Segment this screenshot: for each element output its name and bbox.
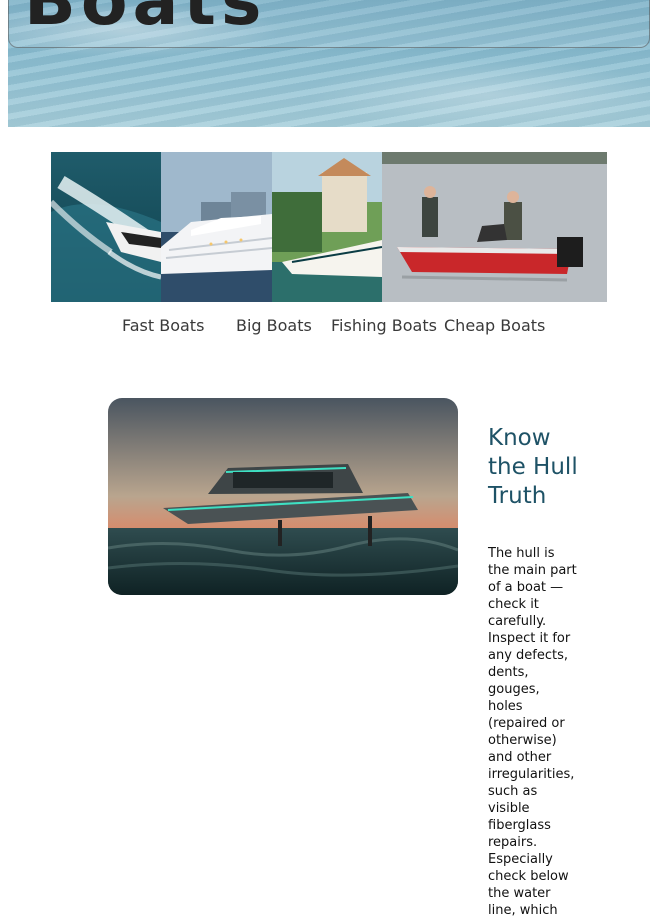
hero-title: Boats: [24, 0, 267, 41]
fishing-boats-image[interactable]: [272, 152, 382, 302]
article-image: [108, 398, 458, 595]
big-boats-image[interactable]: [161, 152, 272, 302]
category-fishing-boats[interactable]: Fishing Boats: [331, 316, 437, 335]
category-cheap-boats[interactable]: Cheap Boats: [444, 316, 545, 335]
article-title: Know the Hull Truth: [488, 425, 578, 509]
category-strip: [51, 152, 607, 302]
category-big-boats[interactable]: Big Boats: [236, 316, 312, 335]
category-labels: Fast Boats Big Boats Fishing Boats Cheap…: [0, 316, 658, 336]
article-body: The hull is the main part of a boat — ch…: [488, 546, 577, 918]
category-fast-boats[interactable]: Fast Boats: [122, 316, 204, 335]
hero-banner: Boats: [8, 0, 650, 127]
cheap-boats-image[interactable]: [382, 152, 607, 302]
fast-boats-image[interactable]: [51, 152, 161, 302]
